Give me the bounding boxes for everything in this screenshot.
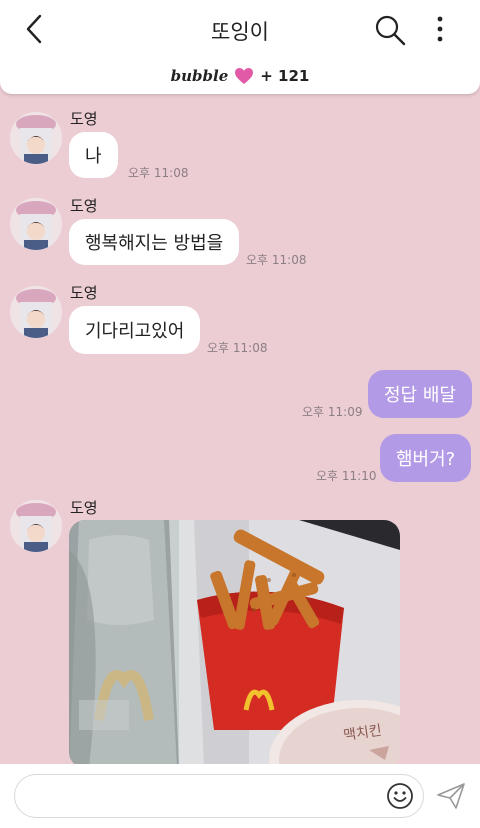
avatar[interactable] bbox=[10, 500, 62, 552]
sender-name: 도영 bbox=[70, 499, 98, 517]
incoming-message[interactable]: 행복해지는 방법을 bbox=[69, 219, 240, 265]
top-bar: 또잉이 bbox=[0, 0, 480, 58]
outgoing-message[interactable]: 햄버거? bbox=[380, 434, 472, 482]
bubble-banner[interactable]: bubble + 121 bbox=[0, 58, 480, 94]
back-arrow-icon[interactable] bbox=[18, 12, 52, 46]
message-time: 오후 11:10 bbox=[316, 469, 377, 483]
outgoing-message[interactable]: 정답 배달 bbox=[368, 370, 472, 418]
heart-icon bbox=[235, 68, 254, 84]
message-input[interactable] bbox=[14, 774, 424, 818]
send-icon[interactable] bbox=[436, 782, 466, 810]
avatar[interactable] bbox=[10, 198, 62, 250]
sender-name: 도영 bbox=[70, 110, 98, 128]
input-bar bbox=[0, 764, 480, 828]
search-icon[interactable] bbox=[372, 12, 408, 48]
emoji-icon[interactable] bbox=[386, 782, 414, 810]
message-time: 오후 11:08 bbox=[128, 166, 189, 180]
chat-title: 또잉이 bbox=[211, 20, 269, 44]
incoming-message[interactable]: 나 bbox=[69, 132, 118, 178]
sender-name: 도영 bbox=[70, 284, 98, 302]
incoming-message[interactable]: 기다리고있어 bbox=[69, 306, 201, 354]
message-time: 오후 11:09 bbox=[302, 405, 363, 419]
avatar[interactable] bbox=[10, 286, 62, 338]
message-time: 오후 11:08 bbox=[207, 341, 268, 355]
avatar[interactable] bbox=[10, 112, 62, 164]
bubble-count: + 121 bbox=[260, 67, 310, 85]
photo-message[interactable]: 맥치킨 bbox=[69, 520, 400, 768]
more-options-icon[interactable] bbox=[426, 12, 454, 46]
sender-name: 도영 bbox=[70, 197, 98, 215]
bubble-brand-text: bubble bbox=[170, 67, 229, 85]
message-time: 오후 11:08 bbox=[246, 253, 307, 267]
